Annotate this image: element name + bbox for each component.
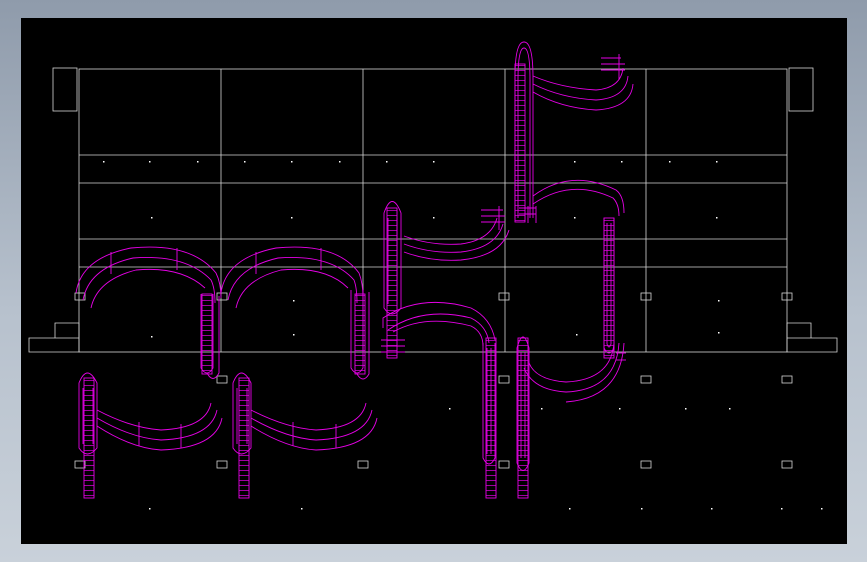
column-marker <box>781 460 793 469</box>
end-block-top-right <box>788 67 814 112</box>
column-marker <box>216 375 228 384</box>
pipe-loop-center-upper <box>383 201 510 359</box>
end-block-bottom-right <box>786 322 838 353</box>
cad-drawing <box>28 41 838 510</box>
column-marker <box>781 375 793 384</box>
pipe-loop-left-lower-1 <box>78 372 223 499</box>
end-block-top-left <box>52 67 78 112</box>
pipe-loop-center-right-lower <box>516 336 530 499</box>
column-marker <box>216 460 228 469</box>
column-marker <box>498 375 510 384</box>
piping-layer <box>75 41 634 499</box>
column-marker <box>640 375 652 384</box>
column-marker <box>216 292 228 301</box>
column-marker <box>640 460 652 469</box>
building-outline <box>78 68 788 353</box>
column-marker <box>357 460 369 469</box>
pipe-loop-left-lower-2 <box>232 372 378 499</box>
column-marker <box>498 292 510 301</box>
pipe-loop-center-lower <box>381 301 497 499</box>
column-marker <box>74 460 86 469</box>
building-structure <box>28 67 838 469</box>
column-marker <box>498 460 510 469</box>
cad-viewport[interactable] <box>21 18 847 544</box>
end-block-bottom-left <box>28 322 80 353</box>
pipe-loop-right-middle <box>523 217 626 403</box>
